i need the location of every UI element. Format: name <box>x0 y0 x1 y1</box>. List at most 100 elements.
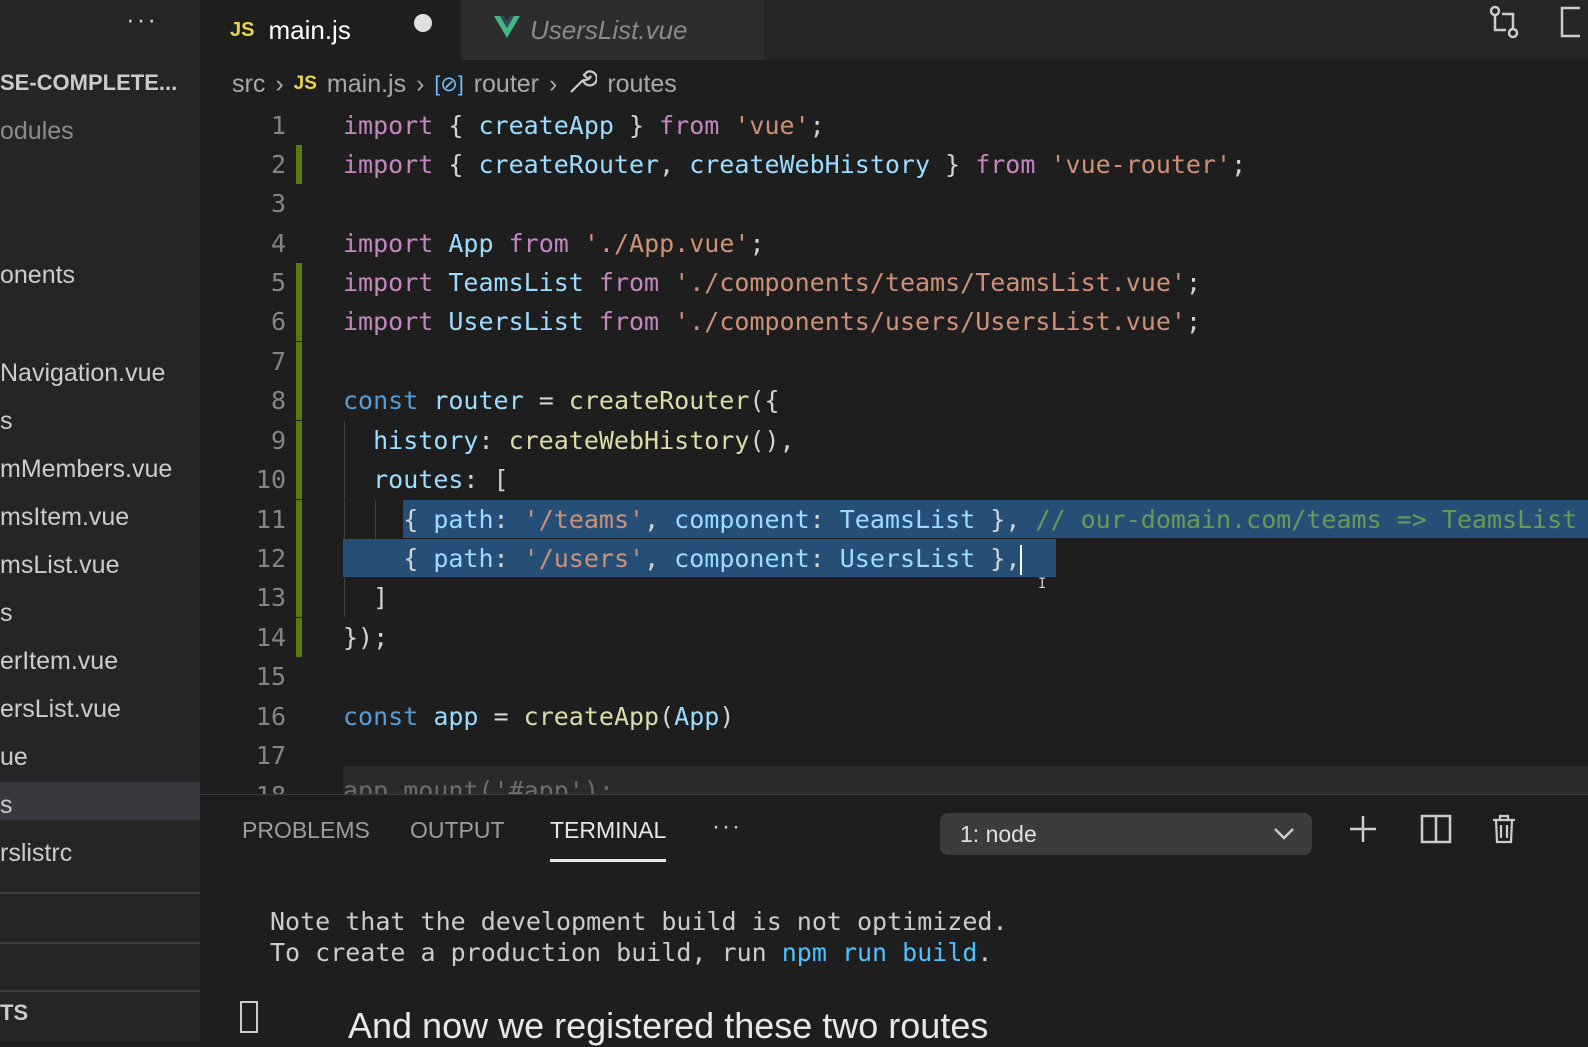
git-added-gutter[interactable] <box>296 460 302 499</box>
more-actions-icon[interactable]: ··· <box>126 4 158 35</box>
tree-item-components[interactable]: onents <box>0 252 200 298</box>
code-text: import { createApp } from 'vue'; <box>343 111 825 140</box>
tree-item-user-item[interactable]: erItem.vue <box>0 638 200 684</box>
split-editor-icon[interactable] <box>1560 4 1584 47</box>
code-line: 16 const app = createApp(App) <box>200 697 1588 736</box>
tree-item-node-modules[interactable]: odules <box>0 108 200 154</box>
line-number: 14 <box>255 623 286 652</box>
trash-icon[interactable] <box>1490 813 1518 853</box>
terminal-command: npm run build <box>781 938 978 967</box>
tree-item-teams-list[interactable]: msList.vue <box>0 542 200 588</box>
code-text: import App from './App.vue'; <box>343 229 765 258</box>
tab-label: main.js <box>268 14 351 45</box>
code-text: { path: '/teams', component: TeamsList }… <box>343 505 1578 534</box>
terminal-cursor <box>240 1001 258 1033</box>
code-line: 2 import { createRouter, createWebHistor… <box>200 145 1588 184</box>
chevron-right-icon: › <box>549 69 558 98</box>
code-line: 9 history: createWebHistory(), <box>200 421 1588 460</box>
code-text: import { createRouter, createWebHistory … <box>343 150 1247 179</box>
tab-label: UsersList.vue <box>530 14 688 45</box>
video-caption: And now we registered these two routes <box>348 1005 989 1046</box>
javascript-file-icon: JS <box>230 18 255 41</box>
git-added-gutter[interactable] <box>296 381 302 420</box>
tree-item-app-vue[interactable]: ue <box>0 734 200 780</box>
tab-problems[interactable]: PROBLEMS <box>242 817 370 844</box>
line-number: 7 <box>270 347 286 376</box>
code-text: import UsersList from './components/user… <box>343 307 1201 336</box>
chevron-down-icon <box>1272 813 1296 868</box>
git-added-gutter[interactable] <box>296 302 302 341</box>
code-text: const app = createApp(App) <box>343 702 735 731</box>
line-number: 11 <box>255 505 286 534</box>
project-folder-header[interactable]: SE-COMPLETE... <box>0 70 177 96</box>
git-added-gutter[interactable] <box>296 342 302 381</box>
code-line: 15 <box>200 657 1588 696</box>
bottom-panel: PROBLEMS OUTPUT TERMINAL ··· 1: node Not… <box>200 794 1588 1046</box>
tab-output[interactable]: OUTPUT <box>410 817 505 844</box>
code-text: history: createWebHistory(), <box>373 426 795 455</box>
line-number: 2 <box>270 150 286 179</box>
code-line: 11 { path: '/teams', component: TeamsLis… <box>200 500 1588 539</box>
git-added-gutter[interactable] <box>296 578 302 617</box>
tab-terminal[interactable]: TERMINAL <box>550 817 666 844</box>
git-added-gutter[interactable] <box>296 421 302 460</box>
tab-main-js[interactable]: JS main.js <box>200 0 460 60</box>
new-terminal-plus-icon[interactable] <box>1348 813 1378 853</box>
code-line: 8 const router = createRouter({ <box>200 381 1588 420</box>
code-line: 10 routes: [ <box>200 460 1588 499</box>
outline-section-header[interactable]: TS <box>0 1000 28 1026</box>
explorer-sidebar: ··· SE-COMPLETE... odules onents Navigat… <box>0 0 200 1042</box>
code-line: 14 }); <box>200 618 1588 657</box>
sidebar-divider <box>0 942 200 944</box>
more-actions-icon[interactable]: ··· <box>712 813 742 841</box>
source-control-compare-icon[interactable] <box>1488 4 1520 47</box>
git-added-gutter[interactable] <box>296 500 302 539</box>
variable-icon: [⊘] <box>434 72 464 96</box>
breadcrumb-symbol[interactable]: router <box>474 70 539 99</box>
line-number: 13 <box>255 583 286 612</box>
tab-users-list-vue[interactable]: UsersList.vue <box>462 0 764 60</box>
code-line: 7 <box>200 342 1588 381</box>
line-number: 6 <box>270 307 286 336</box>
breadcrumb-property[interactable]: routes <box>607 70 676 99</box>
code-line: 6 import UsersList from './components/us… <box>200 302 1588 341</box>
vue-file-icon <box>494 15 520 46</box>
git-added-gutter[interactable] <box>296 539 302 578</box>
code-text: ] <box>343 583 389 612</box>
tree-item-users-folder[interactable]: s <box>0 590 200 636</box>
tree-item-team-members[interactable]: mMembers.vue <box>0 446 200 492</box>
tree-item-browserslistrc[interactable]: rslistrc <box>0 830 200 876</box>
terminal-select[interactable]: 1: node <box>940 813 1312 855</box>
git-modified-gutter[interactable] <box>296 145 302 184</box>
line-number: 8 <box>270 386 286 415</box>
chevron-right-icon: › <box>416 69 425 98</box>
unsaved-dot-icon[interactable] <box>414 14 432 32</box>
code-line: 13 ] <box>200 578 1588 617</box>
code-editor[interactable]: 1 import { createApp } from 'vue'; 2 imp… <box>200 106 1588 794</box>
code-line: 3 <box>200 184 1588 223</box>
code-line: 5 import TeamsList from './components/te… <box>200 263 1588 302</box>
code-text: routes: [ <box>373 465 509 494</box>
line-number: 3 <box>270 189 286 218</box>
code-text: { path: '/users', component: UsersList }… <box>343 544 1023 575</box>
terminal-select-value: 1: node <box>960 821 1037 847</box>
tree-item-navigation[interactable]: Navigation.vue <box>0 350 200 396</box>
code-text: const router = createRouter({ <box>343 386 780 415</box>
mouse-ibeam-icon: I <box>1038 576 1047 592</box>
line-number: 1 <box>270 111 286 140</box>
breadcrumb-file[interactable]: main.js <box>327 70 406 99</box>
git-added-gutter[interactable] <box>296 263 302 302</box>
tree-item-teams-folder[interactable]: s <box>0 398 200 444</box>
javascript-file-icon: JS <box>293 73 317 94</box>
tree-item-teams-item[interactable]: msItem.vue <box>0 494 200 540</box>
code-text: }); <box>343 623 389 652</box>
partial-code-line: app.mount('#app'); <box>343 766 1588 794</box>
code-line: 12 { path: '/users', component: UsersLis… <box>200 539 1588 578</box>
tree-item-main-js[interactable]: s <box>0 782 200 820</box>
terminal-line: To create a production build, run npm ru… <box>270 938 993 967</box>
split-terminal-icon[interactable] <box>1420 813 1452 853</box>
line-number: 4 <box>270 229 286 258</box>
tree-item-users-list[interactable]: ersList.vue <box>0 686 200 732</box>
breadcrumb-src[interactable]: src <box>232 70 265 99</box>
git-added-gutter[interactable] <box>296 618 302 657</box>
